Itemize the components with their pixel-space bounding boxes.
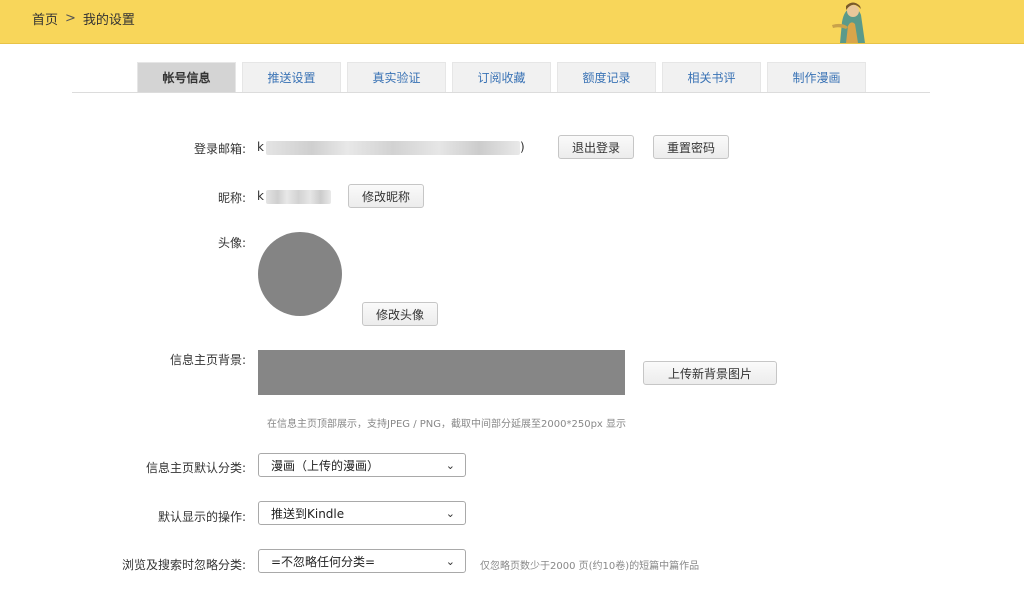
breadcrumb: 首页 > 我的设置	[32, 9, 135, 28]
tab-push-settings[interactable]: 推送设置	[242, 62, 341, 92]
ignore-category-select[interactable]: =不忽略任何分类= ⌄	[258, 549, 466, 573]
edit-nickname-button[interactable]: 修改昵称	[348, 184, 424, 208]
ignore-category-label: 浏览及搜索时忽略分类:	[121, 558, 246, 572]
email-redacted	[266, 141, 520, 155]
tab-verification[interactable]: 真实验证	[347, 62, 446, 92]
nickname-value-prefix: k	[257, 189, 264, 203]
chevron-down-icon: ⌄	[445, 458, 455, 472]
profile-background-preview	[258, 350, 625, 395]
tabs-divider	[72, 92, 930, 93]
edit-avatar-button[interactable]: 修改头像	[362, 302, 438, 326]
reset-password-button[interactable]: 重置密码	[653, 135, 729, 159]
default-category-value: 漫画（上传的漫画）	[271, 458, 380, 473]
breadcrumb-separator: >	[65, 11, 76, 26]
avatar-label: 头像:	[217, 236, 246, 250]
tab-account-info[interactable]: 帐号信息	[137, 62, 236, 92]
default-action-value: 推送到Kindle	[271, 506, 345, 521]
tab-make-comics[interactable]: 制作漫画	[767, 62, 866, 92]
email-label: 登录邮箱:	[193, 142, 246, 156]
ignore-category-value: =不忽略任何分类=	[271, 554, 376, 569]
chevron-down-icon: ⌄	[445, 506, 455, 520]
nickname-label: 昵称:	[217, 191, 246, 205]
breadcrumb-home-link[interactable]: 首页	[32, 9, 58, 28]
default-category-label: 信息主页默认分类:	[145, 461, 246, 475]
mascot-illustration	[832, 2, 865, 43]
background-hint: 在信息主页顶部展示，支持JPEG / PNG，截取中间部分延展至2000*250…	[267, 419, 627, 430]
settings-tabs: 帐号信息 推送设置 真实验证 订阅收藏 额度记录 相关书评 制作漫画	[137, 62, 866, 93]
chevron-down-icon: ⌄	[445, 554, 455, 568]
breadcrumb-current: 我的设置	[82, 13, 135, 28]
email-value-prefix: k	[257, 140, 264, 154]
logout-button[interactable]: 退出登录	[558, 135, 634, 159]
ignore-category-hint: 仅忽略页数少于2000 页(约10卷)的短篇中篇作品	[480, 561, 700, 572]
nickname-redacted	[266, 190, 331, 204]
avatar	[258, 232, 342, 316]
upload-background-button[interactable]: 上传新背景图片	[643, 361, 777, 385]
default-action-select[interactable]: 推送到Kindle ⌄	[258, 501, 466, 525]
top-header: 首页 > 我的设置	[0, 0, 1024, 44]
tab-reviews[interactable]: 相关书评	[662, 62, 761, 92]
tab-subscriptions[interactable]: 订阅收藏	[452, 62, 551, 92]
tab-quota-records[interactable]: 额度记录	[557, 62, 656, 92]
default-category-select[interactable]: 漫画（上传的漫画） ⌄	[258, 453, 466, 477]
email-value-suffix: )	[520, 140, 525, 154]
profile-background-label: 信息主页背景:	[169, 353, 246, 367]
default-action-label: 默认显示的操作:	[157, 510, 246, 524]
